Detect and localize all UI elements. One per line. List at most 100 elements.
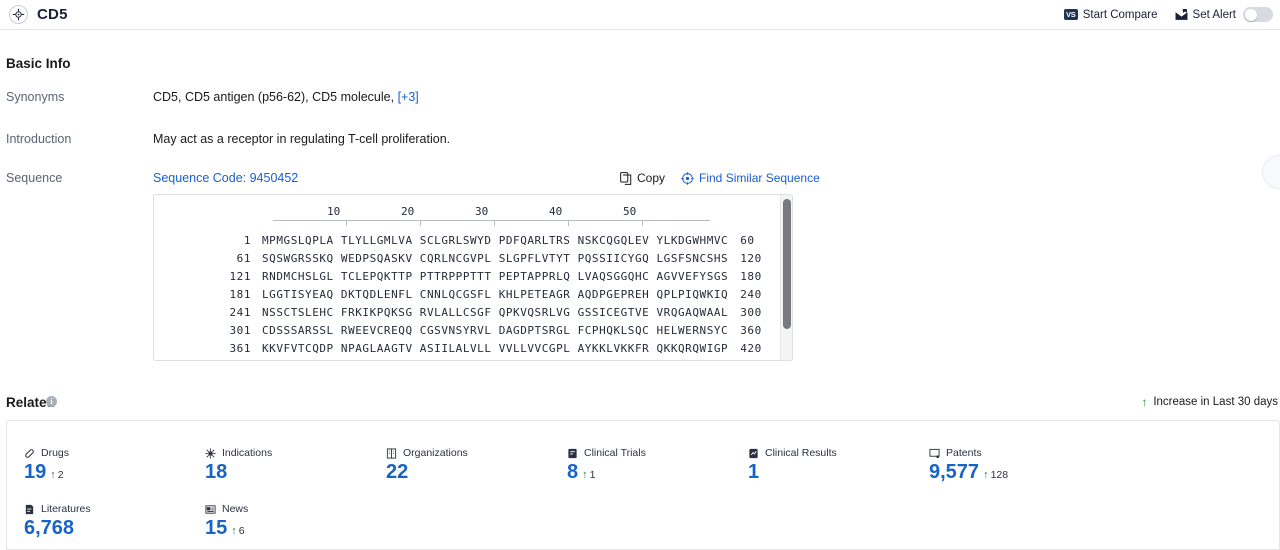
sequence-row-chunks: MPMGSLQPLA TLYLLGMLVA SCLGRLSWYD PDFQARL… [262,233,729,247]
synonyms-text: CD5, CD5 antigen (p56-62), CD5 molecule, [153,90,395,104]
related-card-clinical-results[interactable]: Clinical Results 1 [748,447,929,483]
sequence-row: 361 KKVFVTCQDP NPAGLAAGTV ASIILALVLL VVL… [154,339,780,357]
ruler-label-50: 50 [623,205,637,218]
card-value-row: 8 ↑ 1 [567,462,748,483]
info-icon[interactable]: i [46,396,57,407]
arrow-up-icon: ↑ [983,469,989,481]
related-card-clinical-trials[interactable]: Clinical Trials 8 ↑ 1 [567,447,748,483]
card-head: Organizations [386,447,567,459]
introduction-label: Introduction [6,132,72,146]
ruler-label-20: 20 [401,205,415,218]
ruler-tick-50 [642,220,643,226]
card-value[interactable]: 19 [24,462,46,483]
ruler-tick-10 [346,220,347,226]
sequence-row: 121 RNDMCHSLGL TCLEPQKTTP PTTRPPPTTT PEP… [154,267,780,285]
card-value[interactable]: 22 [386,462,408,483]
synonyms-value: CD5, CD5 antigen (p56-62), CD5 molecule,… [153,90,419,104]
related-card-news[interactable]: News 15 ↑ 6 [205,503,386,539]
arrow-up-icon: ↑ [231,525,237,537]
ruler-baseline [273,220,710,221]
sequence-row: 1 MPMGSLQPLA TLYLLGMLVA SCLGRLSWYD PDFQA… [154,231,780,249]
floating-help-button[interactable] [1262,155,1280,189]
set-alert-toggle[interactable] [1243,7,1273,22]
start-compare-label: Start Compare [1082,8,1158,21]
pill-icon [24,448,35,459]
card-label: News [222,503,249,515]
alert-mail-icon [1175,8,1188,21]
sequence-tools: Copy Find Similar Sequence [620,171,820,185]
top-header-bar: CD5 VS Start Compare Set Alert [0,0,1280,30]
set-alert-button[interactable]: Set Alert [1175,7,1273,22]
card-value[interactable]: 15 [205,518,227,539]
card-value[interactable]: 9,577 [929,462,979,483]
ruler-tick-30 [494,220,495,226]
card-label: Indications [222,447,273,459]
similar-sequence-target-icon [681,171,694,185]
start-compare-button[interactable]: VS Start Compare [1063,8,1158,21]
card-value[interactable]: 8 [567,462,578,483]
card-value[interactable]: 1 [748,462,759,483]
card-head: Literatures [24,503,205,515]
copy-button[interactable]: Copy [620,171,665,185]
clipboard-chart-icon [748,448,759,459]
card-value[interactable]: 6,768 [24,518,74,539]
card-label: Drugs [41,447,70,459]
sequence-row-end: 300 [740,305,762,319]
card-value-row: 15 ↑ 6 [205,518,386,539]
toggle-knob [1244,8,1257,21]
header-actions: VS Start Compare Set Alert [1063,7,1280,22]
synonyms-more-link[interactable]: [+3] [398,90,419,104]
virus-icon [205,447,216,459]
clipboard-edit-icon [567,448,578,459]
sequence-row-chunks: CDSSSARSSL RWEEVCREQQ CGSVNSYRVL DAGDPTS… [262,323,729,337]
sequence-row-chunks: SQSWGRSSKQ WEDPSQASKV CQRLNCGVPL SLGPFLV… [262,251,729,265]
sequence-row-start: 361 [229,341,251,355]
card-delta: ↑ 128 [983,469,1008,481]
related-card-literatures[interactable]: Literatures 6,768 [24,503,205,539]
sequence-row-start: 241 [229,305,251,319]
sequence-row-end: 240 [740,287,762,301]
sequence-row-end: 420 [740,341,762,355]
sequence-row: 61 SQSWGRSSKQ WEDPSQASKV CQRLNCGVPL SLGP… [154,249,780,267]
sequence-row-start: 1 [243,233,251,247]
card-delta: ↑ 1 [582,469,595,481]
sequence-row-start: 61 [236,251,251,265]
card-value-row: 6,768 [24,518,205,539]
ruler-tick-20 [420,220,421,226]
sequence-scrollbar-thumb[interactable] [783,199,791,329]
sequence-row-start: 121 [229,269,251,283]
increase-legend-label: Increase in Last 30 days [1153,396,1278,408]
sequence-row: 181 LGGTISYEAQ DKTQDLENFL CNNLQCGSFL KHL… [154,285,780,303]
sequence-row: 301 CDSSSARSSL RWEEVCREQQ CGSVNSYRVL DAG… [154,321,780,339]
copy-label: Copy [637,171,666,185]
related-card-indications[interactable]: Indications 18 [205,447,386,483]
related-card-organizations[interactable]: Organizations 22 [386,447,567,483]
basic-info-title: Basic Info [6,56,71,71]
card-label: Patents [946,447,982,459]
target-icon [9,5,28,24]
ruler-tick-40 [568,220,569,226]
sequence-row-end: 360 [740,323,762,337]
card-value-row: 18 [205,462,386,483]
card-label: Literatures [41,503,91,515]
ruler-label-10: 10 [327,205,341,218]
sequence-scrollbar[interactable] [780,195,792,360]
find-similar-sequence-button[interactable]: Find Similar Sequence [681,171,820,185]
sequence-row-end: 180 [740,269,762,283]
sequence-viewer[interactable]: 10 20 30 40 50 1 MPMGSLQPLA TLYLLGMLVA S… [153,194,793,361]
card-delta: ↑ 2 [50,469,63,481]
sequence-row-chunks: KKVFVTCQDP NPAGLAAGTV ASIILALVLL VVLLVVC… [262,341,729,355]
sequence-code-link[interactable]: Sequence Code: 9450452 [153,171,298,185]
set-alert-label: Set Alert [1192,8,1236,21]
card-head: News [205,503,386,515]
arrow-up-icon: ↑ [582,469,588,481]
brand: CD5 [0,5,68,24]
related-card-patents[interactable]: Patents 9,577 ↑ 128 [929,447,1110,483]
card-label: Clinical Trials [584,447,646,459]
card-value[interactable]: 18 [205,462,227,483]
related-card-drugs[interactable]: Drugs 19 ↑ 2 [24,447,205,483]
find-similar-sequence-label: Find Similar Sequence [699,171,820,185]
card-head: Clinical Trials [567,447,748,459]
sequence-row: 241 NSSCTSLEHC FRKIKPQKSG RVLALLCSGF QPK… [154,303,780,321]
copy-icon [620,171,632,185]
